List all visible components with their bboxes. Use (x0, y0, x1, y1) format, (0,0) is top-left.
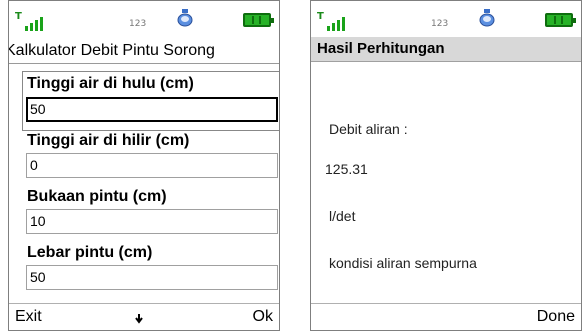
softkey-bar: Done (311, 303, 581, 330)
exit-softkey[interactable]: Exit (15, 308, 42, 326)
result-title: Hasil Perhitungan (311, 37, 581, 62)
done-softkey[interactable]: Done (537, 308, 575, 326)
status-bar: T 123 (9, 1, 279, 37)
field-label-upstream-height: Tinggi air di hulu (cm) (27, 75, 194, 92)
scroll-down-icon (135, 314, 143, 324)
field-label-gate-width: Lebar pintu (cm) (27, 244, 153, 261)
softkey-bar: Exit Ok (9, 303, 279, 330)
flow-condition: kondisi aliran sempurna (329, 255, 477, 271)
gate-width-input[interactable]: 50 (26, 265, 278, 290)
battery-icon (243, 13, 274, 27)
status-bar: T 123 (311, 1, 581, 37)
flow-unit: l/det (329, 208, 356, 224)
signal-strength-icon: T (317, 11, 353, 31)
form-title: Kalkulator Debit Pintu Sorong (9, 39, 279, 64)
flow-value: 125.31 (325, 161, 368, 177)
gate-opening-input[interactable]: 10 (26, 209, 278, 234)
field-label-downstream-height: Tinggi air di hilir (cm) (27, 132, 190, 149)
field-label-gate-opening: Bukaan pintu (cm) (27, 188, 167, 205)
downstream-height-input[interactable]: 0 (26, 153, 278, 178)
ok-softkey[interactable]: Ok (253, 308, 273, 326)
status-center-text: 123 (431, 19, 449, 29)
signal-strength-icon: T (15, 11, 51, 31)
app-indicator-icon (177, 9, 193, 27)
battery-icon (545, 13, 576, 27)
flow-label: Debit aliran : (329, 121, 408, 137)
upstream-height-input[interactable]: 50 (26, 97, 278, 122)
status-center-text: 123 (129, 19, 147, 29)
calculator-screen: T 123 Kalkulator Debit Pintu Sorong Ting… (8, 0, 280, 331)
result-screen: T 123 Hasil Perhitungan Debit aliran : 1… (310, 0, 582, 331)
app-indicator-icon (479, 9, 495, 27)
